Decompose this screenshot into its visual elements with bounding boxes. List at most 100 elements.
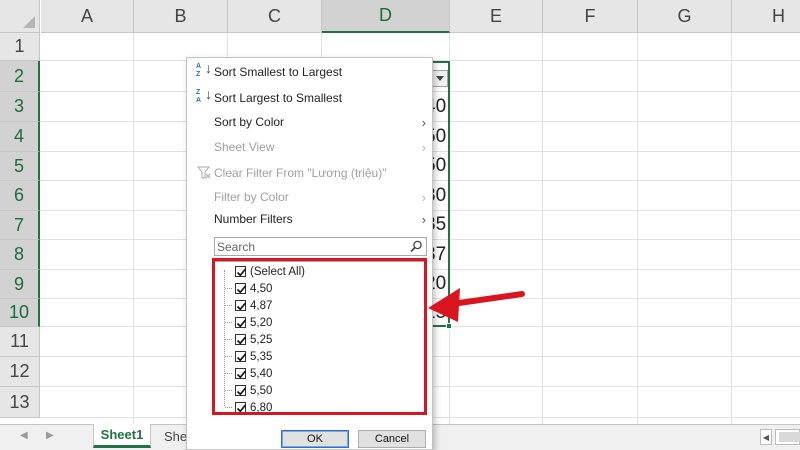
filter-by-color-item: Filter by Color › xyxy=(187,185,432,209)
list-item-select-all[interactable]: (Select All) xyxy=(215,263,426,280)
chevron-right-icon[interactable]: ▶ xyxy=(46,430,54,441)
tab-sheet1[interactable]: Sheet1 xyxy=(93,424,151,448)
row-header-13[interactable]: 13 xyxy=(0,387,40,418)
fill-handle[interactable] xyxy=(446,323,452,329)
check-icon xyxy=(236,302,247,311)
column-header-g[interactable]: G xyxy=(638,0,732,33)
tree-line xyxy=(225,305,232,306)
tree-line xyxy=(225,356,232,357)
column-header-h[interactable]: H xyxy=(732,0,800,33)
value-checkbox[interactable] xyxy=(235,385,247,396)
column-header-d[interactable]: D xyxy=(322,0,450,33)
list-item-label: 5,50 xyxy=(250,384,273,397)
tree-line xyxy=(225,288,232,289)
row-header-9[interactable]: 9 xyxy=(0,270,40,299)
list-item[interactable]: 4,50 xyxy=(215,280,426,297)
list-item-label: 5,35 xyxy=(250,350,273,363)
column-header-b[interactable]: B xyxy=(134,0,228,33)
check-icon xyxy=(236,285,247,294)
search-box[interactable] xyxy=(214,237,427,256)
chevron-right-icon: › xyxy=(421,114,426,130)
sheet-view-label: Sheet View xyxy=(214,140,275,154)
list-item[interactable]: 4,87 xyxy=(215,297,426,314)
number-filters-item[interactable]: Number Filters › xyxy=(187,207,432,231)
row-header-7[interactable]: 7 xyxy=(0,211,40,240)
list-item[interactable]: 5,50 xyxy=(215,382,426,399)
list-item-label: 5,40 xyxy=(250,367,273,380)
sort-descending-item[interactable]: Z A ↓ Sort Largest to Smallest xyxy=(187,86,432,110)
clear-filter-icon xyxy=(197,166,211,179)
list-item-label: 4,87 xyxy=(250,299,273,312)
caret-down-icon xyxy=(436,75,444,81)
tree-line xyxy=(225,322,232,323)
sort-by-color-label: Sort by Color xyxy=(214,115,285,129)
list-item[interactable]: 6,80 xyxy=(215,399,426,414)
column-header-f[interactable]: F xyxy=(543,0,638,33)
sheet-view-item: Sheet View › xyxy=(187,135,432,159)
chevron-left-icon[interactable]: ◀ xyxy=(20,430,28,441)
tab-sheet2[interactable]: Shee xyxy=(152,424,188,448)
row-header-1[interactable]: 1 xyxy=(0,33,40,61)
row-header-10[interactable]: 10 xyxy=(0,299,40,327)
check-icon xyxy=(236,319,247,328)
number-filters-label: Number Filters xyxy=(214,212,293,226)
check-icon xyxy=(236,370,247,379)
list-item[interactable]: 5,35 xyxy=(215,348,426,365)
list-item-label: 6,80 xyxy=(250,401,273,414)
column-header-e[interactable]: E xyxy=(450,0,543,33)
value-checkbox[interactable] xyxy=(235,351,247,362)
autofilter-panel: A Z ↓ Sort Smallest to Largest Z A ↓ Sort La… xyxy=(186,57,433,450)
select-all-checkbox[interactable] xyxy=(235,266,247,277)
row-header-6[interactable]: 6 xyxy=(0,181,40,211)
value-checkbox[interactable] xyxy=(235,402,247,413)
list-item-label: 4,50 xyxy=(250,282,273,295)
column-header-a[interactable]: A xyxy=(41,0,134,33)
chevron-right-icon: › xyxy=(421,211,426,227)
tree-line xyxy=(225,339,232,340)
filter-by-color-label: Filter by Color xyxy=(214,190,289,204)
row-header-4[interactable]: 4 xyxy=(0,122,40,152)
row-header-11[interactable]: 11 xyxy=(0,327,40,357)
value-checkbox[interactable] xyxy=(235,317,247,328)
check-icon xyxy=(236,404,247,413)
column-header-c[interactable]: C xyxy=(228,0,322,33)
row-header-3[interactable]: 3 xyxy=(0,92,40,122)
ok-button[interactable]: OK xyxy=(281,430,349,448)
clear-filter-item: Clear Filter From "Lương (triệu)" xyxy=(187,161,432,185)
sort-ascending-item[interactable]: A Z ↓ Sort Smallest to Largest xyxy=(187,60,432,84)
scroll-left-button[interactable]: ◀ xyxy=(760,429,772,445)
list-item-label: 5,20 xyxy=(250,316,273,329)
tree-line xyxy=(225,390,232,391)
sort-ascending-label: Sort Smallest to Largest xyxy=(214,65,343,79)
tree-line xyxy=(225,407,232,408)
row-header-5[interactable]: 5 xyxy=(0,152,40,181)
row-header-2[interactable]: 2 xyxy=(0,61,40,92)
scrollbar-thumb[interactable] xyxy=(779,432,800,442)
check-icon xyxy=(236,353,247,362)
clear-filter-label: Clear Filter From "Lương (triệu)" xyxy=(214,166,387,180)
cancel-button[interactable]: Cancel xyxy=(358,430,426,448)
value-checkbox[interactable] xyxy=(235,368,247,379)
search-icon xyxy=(410,240,422,253)
sort-descending-icon: Z A ↓ xyxy=(196,86,212,104)
value-checkbox[interactable] xyxy=(235,283,247,294)
search-input[interactable] xyxy=(217,239,407,254)
row-header-8[interactable]: 8 xyxy=(0,240,40,270)
list-item[interactable]: 5,25 xyxy=(215,331,426,348)
check-icon xyxy=(236,387,247,396)
value-checklist[interactable]: (Select All) 4,50 4,87 5,20 5,25 5,35 5,… xyxy=(214,261,427,414)
list-item[interactable]: 5,20 xyxy=(215,314,426,331)
list-item-label: (Select All) xyxy=(250,265,305,278)
row-header-12[interactable]: 12 xyxy=(0,357,40,387)
value-checkbox[interactable] xyxy=(235,334,247,345)
sort-descending-label: Sort Largest to Smallest xyxy=(214,91,343,105)
tree-line xyxy=(225,373,232,374)
check-icon xyxy=(236,336,247,345)
value-checkbox[interactable] xyxy=(235,300,247,311)
check-icon xyxy=(236,268,247,277)
sort-ascending-icon: A Z ↓ xyxy=(196,60,212,78)
select-all-corner[interactable] xyxy=(0,0,40,33)
sort-by-color-item[interactable]: Sort by Color › xyxy=(187,110,432,134)
filter-dropdown-button[interactable] xyxy=(432,70,448,87)
list-item[interactable]: 5,40 xyxy=(215,365,426,382)
